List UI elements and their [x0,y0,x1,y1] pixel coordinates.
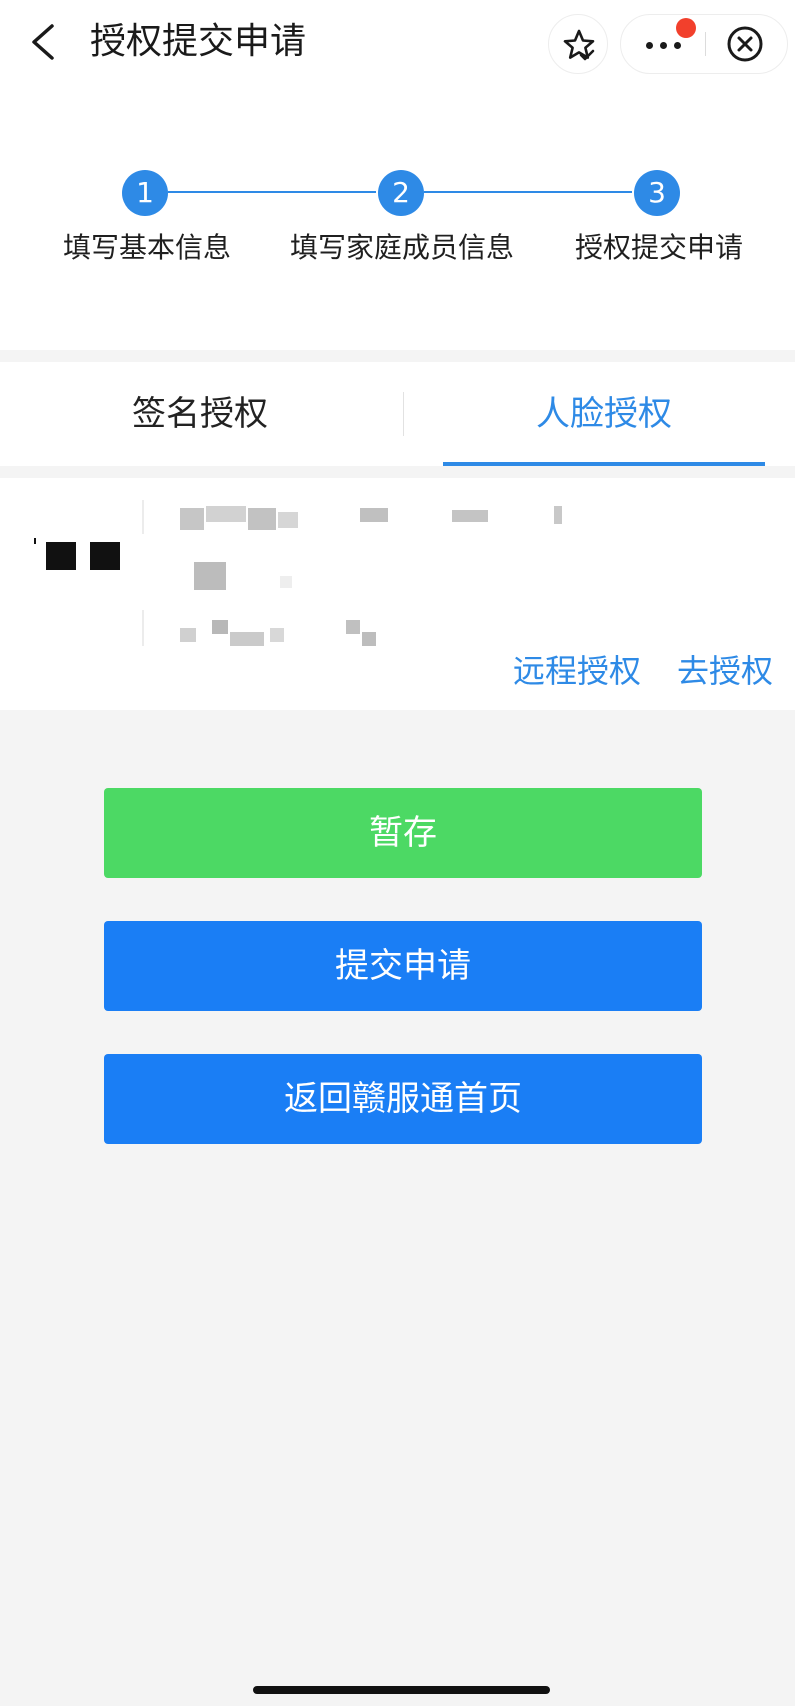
member-card: 远程授权 去授权 [0,478,795,710]
page-title: 授权提交申请 [90,21,307,62]
return-home-button[interactable]: 返回赣服通首页 [104,1054,702,1144]
chevron-left-icon [32,24,54,60]
step-3-circle: 3 [634,170,680,216]
member-relation-redacted [176,562,336,602]
info-divider [142,500,144,534]
more-button[interactable] [621,15,705,73]
menu-capsule [620,14,788,74]
member-phone-redacted [176,620,396,660]
nav-bar: 授权提交申请 [0,0,795,86]
close-button[interactable] [706,15,788,73]
member-actions: 远程授权 去授权 [477,648,773,694]
back-button[interactable] [24,18,68,66]
star-check-icon [563,29,595,61]
step-2-circle: 2 [378,170,424,216]
notification-dot [676,18,696,38]
go-auth-link[interactable]: 去授权 [677,648,773,694]
favorite-button[interactable] [548,14,608,74]
home-indicator [253,1686,550,1694]
remote-auth-link[interactable]: 远程授权 [513,648,641,694]
step-connector [168,191,376,193]
tab-signature-auth[interactable]: 签名授权 [0,362,400,466]
step-2-label: 填写家庭成员信息 [289,231,514,264]
close-circle-icon [727,26,763,62]
tab-face-auth[interactable]: 人脸授权 [443,362,765,466]
auth-tabs: 签名授权 人脸授权 [0,362,795,466]
info-divider [142,610,144,646]
tab-divider [403,392,404,436]
member-id-redacted [176,506,596,546]
save-draft-button[interactable]: 暂存 [104,788,702,878]
step-1-circle: 1 [122,170,168,216]
step-3-label: 授权提交申请 [574,231,743,264]
step-progress: 1 2 3 填写基本信息 填写家庭成员信息 授权提交申请 [0,86,795,350]
member-name-redacted [20,502,140,592]
active-tab-indicator [443,462,765,466]
step-connector [424,191,632,193]
submit-application-button[interactable]: 提交申请 [104,921,702,1011]
